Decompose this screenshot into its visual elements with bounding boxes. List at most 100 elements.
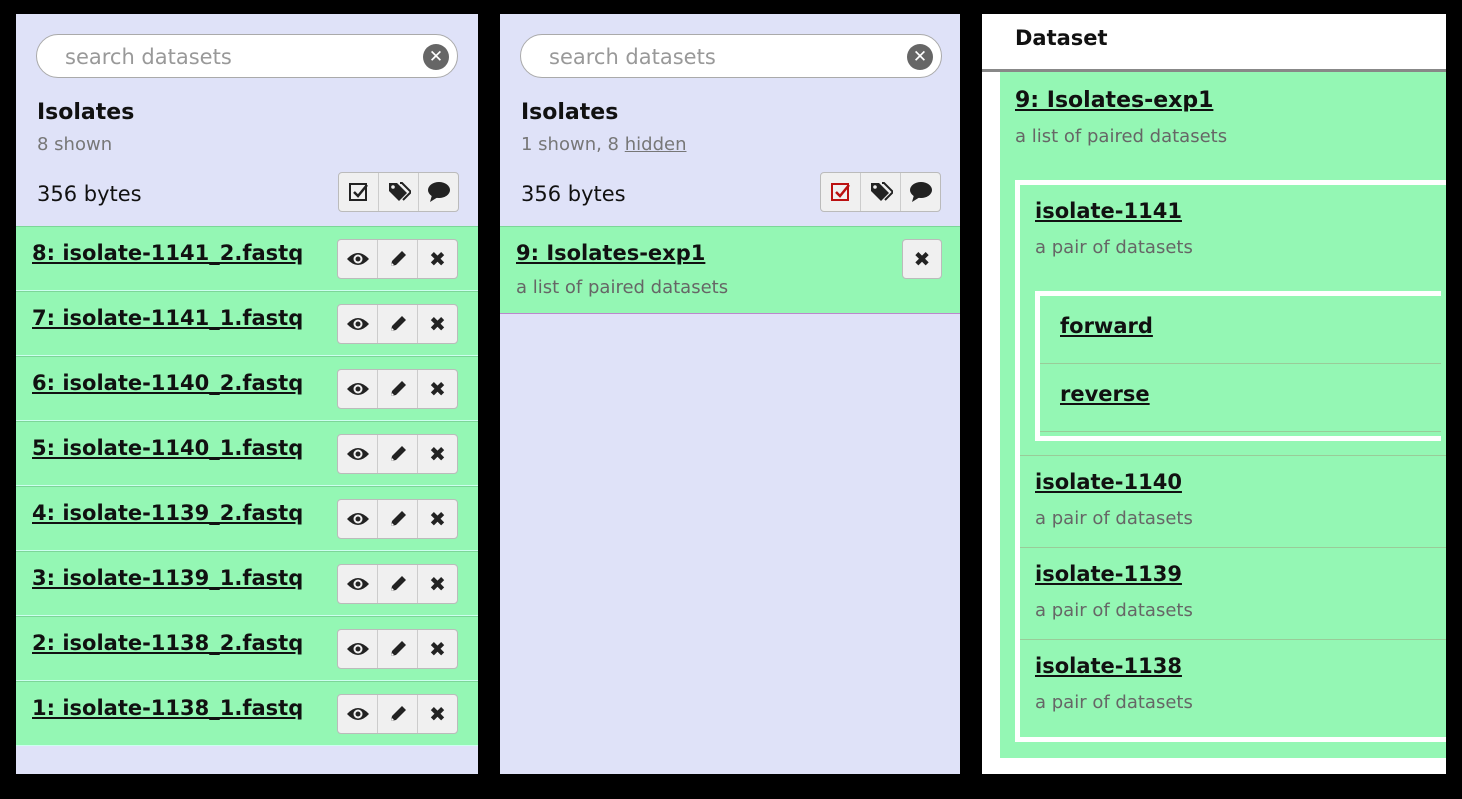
- history-size: 356 bytes: [521, 182, 626, 206]
- collection-title[interactable]: 9: Isolates-exp1: [1015, 88, 1213, 113]
- history-title: Isolates: [521, 100, 619, 125]
- search-input[interactable]: [63, 44, 407, 70]
- history-title: Isolates: [37, 100, 135, 125]
- eye-icon[interactable]: [338, 370, 378, 408]
- pair-contents: forward reverse: [1035, 291, 1441, 441]
- delete-icon[interactable]: ✖: [418, 630, 457, 668]
- dataset-actions: ✖: [337, 369, 458, 409]
- dataset-row[interactable]: 5: isolate-1140_1.fastq ✖: [16, 421, 478, 486]
- dataset-actions: ✖: [337, 629, 458, 669]
- eye-icon[interactable]: [338, 695, 378, 733]
- element-name[interactable]: reverse: [1060, 382, 1150, 406]
- pencil-icon[interactable]: [378, 435, 418, 473]
- tags-icon[interactable]: [379, 173, 419, 211]
- dataset-actions: ✖: [337, 499, 458, 539]
- clear-search-icon[interactable]: ✕: [907, 44, 933, 70]
- pair-desc: a pair of datasets: [1035, 508, 1193, 529]
- pencil-icon[interactable]: [378, 565, 418, 603]
- dataset-actions: ✖: [337, 564, 458, 604]
- tags-icon[interactable]: [861, 173, 901, 211]
- collection-desc: a list of paired datasets: [516, 277, 729, 298]
- history-actions: [820, 172, 941, 212]
- delete-icon[interactable]: ✖: [418, 695, 457, 733]
- history-panel-datasets: ✕ Isolates 8 shown 356 bytes 8: isolate-…: [16, 14, 478, 774]
- pencil-icon[interactable]: [378, 500, 418, 538]
- history-actions: [338, 172, 459, 212]
- delete-icon[interactable]: ✖: [418, 565, 457, 603]
- eye-icon[interactable]: [338, 565, 378, 603]
- dataset-name[interactable]: 3: isolate-1139_1.fastq: [32, 566, 303, 590]
- pencil-icon[interactable]: [378, 370, 418, 408]
- search-input[interactable]: [547, 44, 891, 70]
- dataset-row[interactable]: 6: isolate-1140_2.fastq ✖: [16, 356, 478, 421]
- pair-item[interactable]: isolate-1140 a pair of datasets: [1020, 455, 1446, 547]
- dataset-row[interactable]: 7: isolate-1141_1.fastq ✖: [16, 291, 478, 356]
- pencil-icon[interactable]: [378, 305, 418, 343]
- collection-body: 9: Isolates-exp1 a list of paired datase…: [1000, 72, 1446, 758]
- history-panel-collection: ✕ Isolates 1 shown, 8 hidden 356 bytes 9…: [500, 14, 960, 774]
- pencil-icon[interactable]: [378, 240, 418, 278]
- dataset-name[interactable]: 6: isolate-1140_2.fastq: [32, 371, 303, 395]
- select-checkbox-icon[interactable]: [821, 173, 861, 211]
- history-size: 356 bytes: [37, 182, 142, 206]
- pair-item[interactable]: isolate-1139 a pair of datasets: [1020, 547, 1446, 639]
- pair-desc: a pair of datasets: [1035, 237, 1193, 258]
- shown-count: 8 shown: [37, 134, 113, 155]
- header-title: Dataset: [1015, 26, 1108, 50]
- pair-element[interactable]: forward: [1040, 296, 1441, 364]
- pair-name[interactable]: isolate-1139: [1035, 562, 1182, 586]
- dataset-row[interactable]: 1: isolate-1138_1.fastq ✖: [16, 681, 478, 746]
- pair-desc: a pair of datasets: [1035, 692, 1193, 713]
- panel-header: Dataset: [982, 14, 1446, 72]
- shown-text: 1 shown, 8: [521, 134, 625, 155]
- pencil-icon[interactable]: [378, 630, 418, 668]
- pair-desc: a pair of datasets: [1035, 600, 1193, 621]
- hidden-link[interactable]: hidden: [625, 134, 687, 155]
- shown-hidden-count: 1 shown, 8 hidden: [521, 134, 686, 155]
- dataset-name[interactable]: 2: isolate-1138_2.fastq: [32, 631, 303, 655]
- eye-icon[interactable]: [338, 435, 378, 473]
- pair-name[interactable]: isolate-1140: [1035, 470, 1182, 494]
- pair-list: isolate-1141 a pair of datasets forward …: [1015, 180, 1446, 742]
- delete-icon[interactable]: ✖: [902, 239, 942, 279]
- pair-element[interactable]: reverse: [1040, 364, 1441, 432]
- clear-search-icon[interactable]: ✕: [423, 44, 449, 70]
- dataset-name[interactable]: 4: isolate-1139_2.fastq: [32, 501, 303, 525]
- dataset-row[interactable]: 2: isolate-1138_2.fastq ✖: [16, 616, 478, 681]
- dataset-list: 8: isolate-1141_2.fastq ✖ 7: isolate-1141_…: [16, 226, 478, 746]
- pair-name[interactable]: isolate-1141: [1035, 199, 1182, 223]
- dataset-name[interactable]: 5: isolate-1140_1.fastq: [32, 436, 303, 460]
- delete-icon[interactable]: ✖: [418, 500, 457, 538]
- dataset-row[interactable]: 8: isolate-1141_2.fastq ✖: [16, 226, 478, 291]
- dataset-row[interactable]: 4: isolate-1139_2.fastq ✖: [16, 486, 478, 551]
- dataset-name[interactable]: 8: isolate-1141_2.fastq: [32, 241, 303, 265]
- pair-item[interactable]: isolate-1138 a pair of datasets: [1020, 639, 1446, 737]
- collection-row[interactable]: 9: Isolates-exp1 a list of paired datase…: [500, 226, 960, 314]
- dataset-row[interactable]: 3: isolate-1139_1.fastq ✖: [16, 551, 478, 616]
- search-box[interactable]: ✕: [520, 34, 942, 78]
- pair-item[interactable]: isolate-1141 a pair of datasets forward …: [1020, 185, 1446, 455]
- eye-icon[interactable]: [338, 305, 378, 343]
- dataset-actions: ✖: [337, 304, 458, 344]
- delete-icon[interactable]: ✖: [418, 435, 457, 473]
- dataset-actions: ✖: [337, 239, 458, 279]
- delete-icon[interactable]: ✖: [418, 305, 457, 343]
- eye-icon[interactable]: [338, 240, 378, 278]
- pencil-icon[interactable]: [378, 695, 418, 733]
- element-name[interactable]: forward: [1060, 314, 1153, 338]
- pair-name[interactable]: isolate-1138: [1035, 654, 1182, 678]
- eye-icon[interactable]: [338, 630, 378, 668]
- dataset-name[interactable]: 7: isolate-1141_1.fastq: [32, 306, 303, 330]
- select-checkbox-icon[interactable]: [339, 173, 379, 211]
- comment-icon[interactable]: [901, 173, 940, 211]
- eye-icon[interactable]: [338, 500, 378, 538]
- search-box[interactable]: ✕: [36, 34, 458, 78]
- dataset-actions: ✖: [337, 434, 458, 474]
- collection-panel: Dataset 9: Isolates-exp1 a list of paire…: [982, 14, 1446, 774]
- dataset-name[interactable]: 1: isolate-1138_1.fastq: [32, 696, 303, 720]
- collection-name[interactable]: 9: Isolates-exp1: [516, 241, 705, 265]
- comment-icon[interactable]: [419, 173, 458, 211]
- dataset-actions: ✖: [337, 694, 458, 734]
- delete-icon[interactable]: ✖: [418, 240, 457, 278]
- delete-icon[interactable]: ✖: [418, 370, 457, 408]
